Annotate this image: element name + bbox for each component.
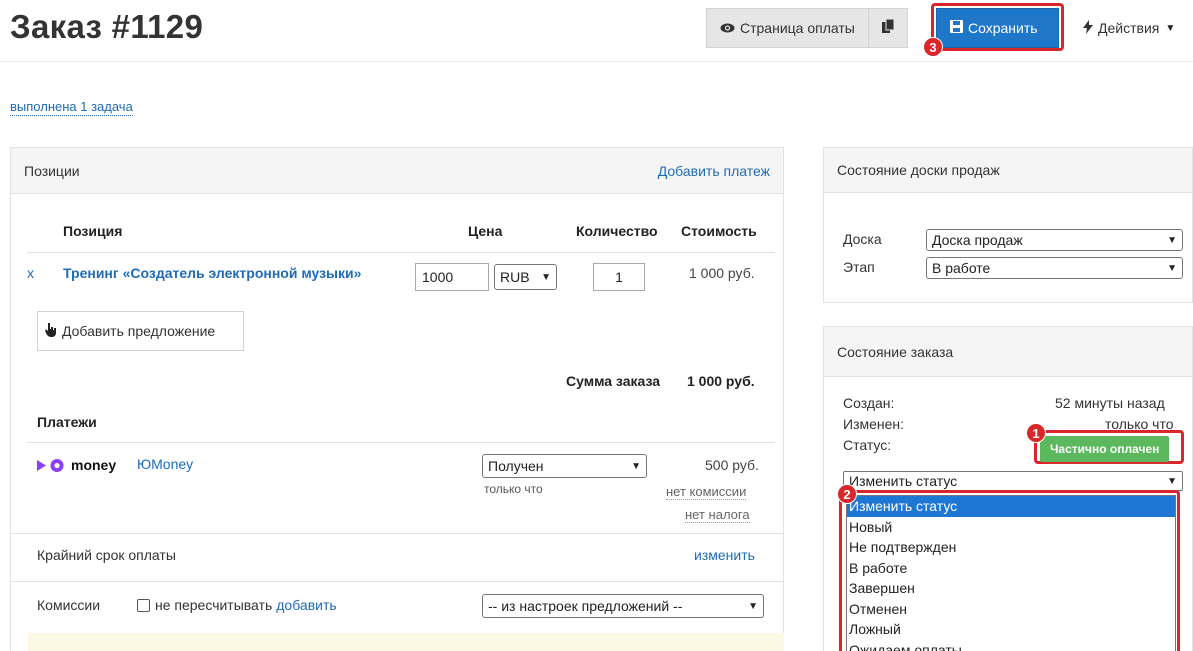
payment-page-label: Страница оплаты xyxy=(740,20,855,36)
chevron-down-icon: ▼ xyxy=(1167,234,1177,246)
stage-select[interactable]: В работе ▼ xyxy=(926,257,1183,279)
status-label: Статус: xyxy=(843,437,892,453)
annotation-1: 1 xyxy=(1026,423,1046,443)
stage-label: Этап xyxy=(843,259,875,275)
price-input[interactable]: 1000 xyxy=(415,263,489,291)
deadline-label: Крайний срок оплаты xyxy=(37,547,176,563)
col-position: Позиция xyxy=(63,223,123,239)
stage-value: В работе xyxy=(932,260,991,276)
add-payment-link[interactable]: Добавить платеж xyxy=(658,163,770,179)
board-value: Доска продаж xyxy=(932,232,1023,248)
item-cost: 1 000 руб. xyxy=(689,265,755,281)
status-option[interactable]: Отменен xyxy=(847,599,1175,620)
deadline-divider xyxy=(11,533,783,534)
bolt-icon xyxy=(1083,19,1093,37)
no-recalc-checkbox[interactable] xyxy=(137,598,150,612)
col-cost: Стоимость xyxy=(681,223,757,239)
status-option[interactable]: Изменить статус xyxy=(847,496,1175,517)
payments-title: Платежи xyxy=(37,414,97,430)
board-label: Доска xyxy=(843,231,882,247)
actions-button[interactable]: Действия ▼ xyxy=(1070,8,1189,48)
payment-status-value: Получен xyxy=(488,458,544,474)
table-divider xyxy=(27,252,775,253)
commission-select-value: -- из настроек предложений -- xyxy=(488,598,683,614)
board-header: Состояние доски продаж xyxy=(824,148,1192,193)
board-panel: Состояние доски продаж xyxy=(823,147,1193,303)
payment-amount: 500 руб. xyxy=(705,457,759,473)
deadline-change-link[interactable]: изменить xyxy=(694,547,755,563)
created-value: 52 минуты назад xyxy=(1055,395,1165,411)
status-option[interactable]: Ожидаем оплаты xyxy=(847,640,1175,651)
pointer-hand-icon xyxy=(45,322,57,340)
status-dropdown-list: Изменить статус Новый Не подтвержден В р… xyxy=(846,495,1176,651)
change-status-value: Изменить статус xyxy=(849,473,958,489)
yoomoney-icon xyxy=(37,458,64,472)
qty-input[interactable]: 1 xyxy=(593,263,645,291)
payments-divider xyxy=(27,442,775,443)
status-option[interactable]: В работе xyxy=(847,558,1175,579)
change-status-select[interactable]: Изменить статус ▼ xyxy=(843,471,1183,491)
add-commission-link[interactable]: добавить xyxy=(276,597,336,613)
status-badge: Частично оплачен xyxy=(1040,436,1170,462)
no-tax-link[interactable]: нет налога xyxy=(685,507,750,523)
add-offer-button[interactable]: Добавить предложение xyxy=(37,311,244,351)
page-title: Заказ #1129 xyxy=(10,8,204,45)
toolbar: Страница оплаты xyxy=(706,8,908,48)
floppy-icon xyxy=(950,20,963,36)
commission-label: Комиссии xyxy=(37,597,101,613)
positions-panel: Позиции Добавить платеж xyxy=(10,147,784,651)
remove-item-button[interactable]: x xyxy=(27,265,34,281)
caret-down-icon: ▼ xyxy=(1165,22,1176,34)
commission-select[interactable]: -- из настроек предложений -- ▼ xyxy=(482,594,764,618)
no-recalc-label: не пересчитывать xyxy=(155,597,273,613)
chevron-down-icon: ▼ xyxy=(748,600,758,612)
no-commission-link[interactable]: нет комиссии xyxy=(666,484,747,500)
col-qty: Количество xyxy=(576,223,658,239)
total-label: Сумма заказа xyxy=(566,373,661,389)
save-button[interactable]: Сохранить xyxy=(936,8,1059,48)
eye-icon xyxy=(720,20,735,36)
positions-header: Позиции Добавить платеж xyxy=(11,148,783,194)
order-title: Состояние заказа xyxy=(837,343,954,360)
actions-label: Действия xyxy=(1098,20,1160,36)
positions-title: Позиции xyxy=(24,162,80,179)
summary-strip xyxy=(28,633,784,651)
logo-text: money xyxy=(71,457,117,473)
annotation-3: 3 xyxy=(923,37,943,57)
copy-button[interactable] xyxy=(867,8,908,48)
currency-value: RUB xyxy=(500,269,530,285)
changed-label: Изменен: xyxy=(843,416,905,432)
chevron-down-icon: ▼ xyxy=(631,460,641,472)
status-option[interactable]: Новый xyxy=(847,517,1175,538)
task-link[interactable]: выполнена 1 задача xyxy=(10,99,133,116)
col-price: Цена xyxy=(468,223,503,239)
payment-page-button[interactable]: Страница оплаты xyxy=(706,8,869,48)
payment-time: только что xyxy=(484,482,543,496)
order-header: Состояние заказа xyxy=(824,327,1192,377)
header-divider xyxy=(0,61,1193,62)
chevron-down-icon: ▼ xyxy=(541,271,551,283)
provider-link[interactable]: ЮMoney xyxy=(137,456,193,472)
copy-icon xyxy=(881,18,895,38)
no-recalc-row: не пересчитывать добавить xyxy=(137,597,337,613)
board-select[interactable]: Доска продаж ▼ xyxy=(926,229,1183,251)
add-offer-label: Добавить предложение xyxy=(62,323,216,339)
payment-status-select[interactable]: Получен ▼ xyxy=(482,454,647,478)
yoomoney-logo: money xyxy=(37,457,116,473)
status-option[interactable]: Ложный xyxy=(847,619,1175,640)
annotation-2: 2 xyxy=(837,484,857,504)
currency-select[interactable]: RUB ▼ xyxy=(494,264,557,290)
save-label: Сохранить xyxy=(968,20,1038,36)
chevron-down-icon: ▼ xyxy=(1167,262,1177,274)
status-option[interactable]: Не подтвержден xyxy=(847,537,1175,558)
board-title: Состояние доски продаж xyxy=(837,162,1000,178)
chevron-down-icon: ▼ xyxy=(1167,475,1177,487)
status-option[interactable]: Завершен xyxy=(847,578,1175,599)
created-label: Создан: xyxy=(843,395,895,411)
commission-divider xyxy=(11,581,783,582)
total-value: 1 000 руб. xyxy=(687,373,755,389)
item-name-link[interactable]: Тренинг «Создатель электронной музыки» xyxy=(63,265,361,281)
